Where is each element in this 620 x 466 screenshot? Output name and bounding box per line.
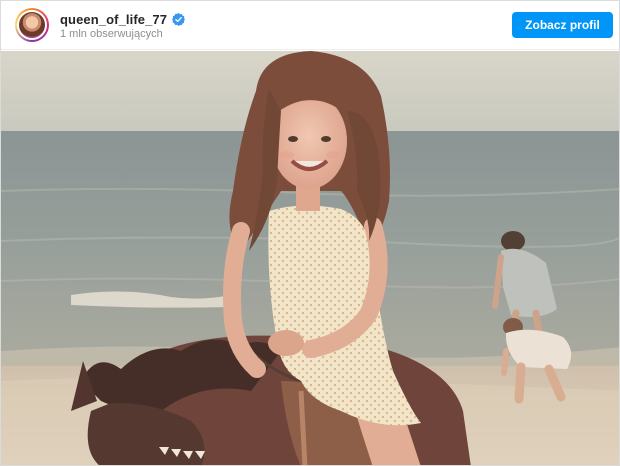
post-header: queen_of_life_77 1 mln obserwujących Zob… — [1, 1, 619, 50]
post-image[interactable] — [1, 51, 619, 465]
instagram-embed: queen_of_life_77 1 mln obserwujących Zob… — [0, 0, 620, 466]
username-row: queen_of_life_77 — [60, 11, 186, 27]
vintage-beach-photo — [1, 51, 619, 465]
avatar-image — [17, 10, 47, 40]
follower-count: 1 mln obserwujących — [60, 28, 163, 40]
username-link[interactable]: queen_of_life_77 — [60, 12, 167, 27]
view-profile-button[interactable]: Zobacz profil — [512, 12, 613, 38]
profile-avatar[interactable] — [15, 8, 49, 42]
verified-badge-icon — [172, 12, 186, 26]
